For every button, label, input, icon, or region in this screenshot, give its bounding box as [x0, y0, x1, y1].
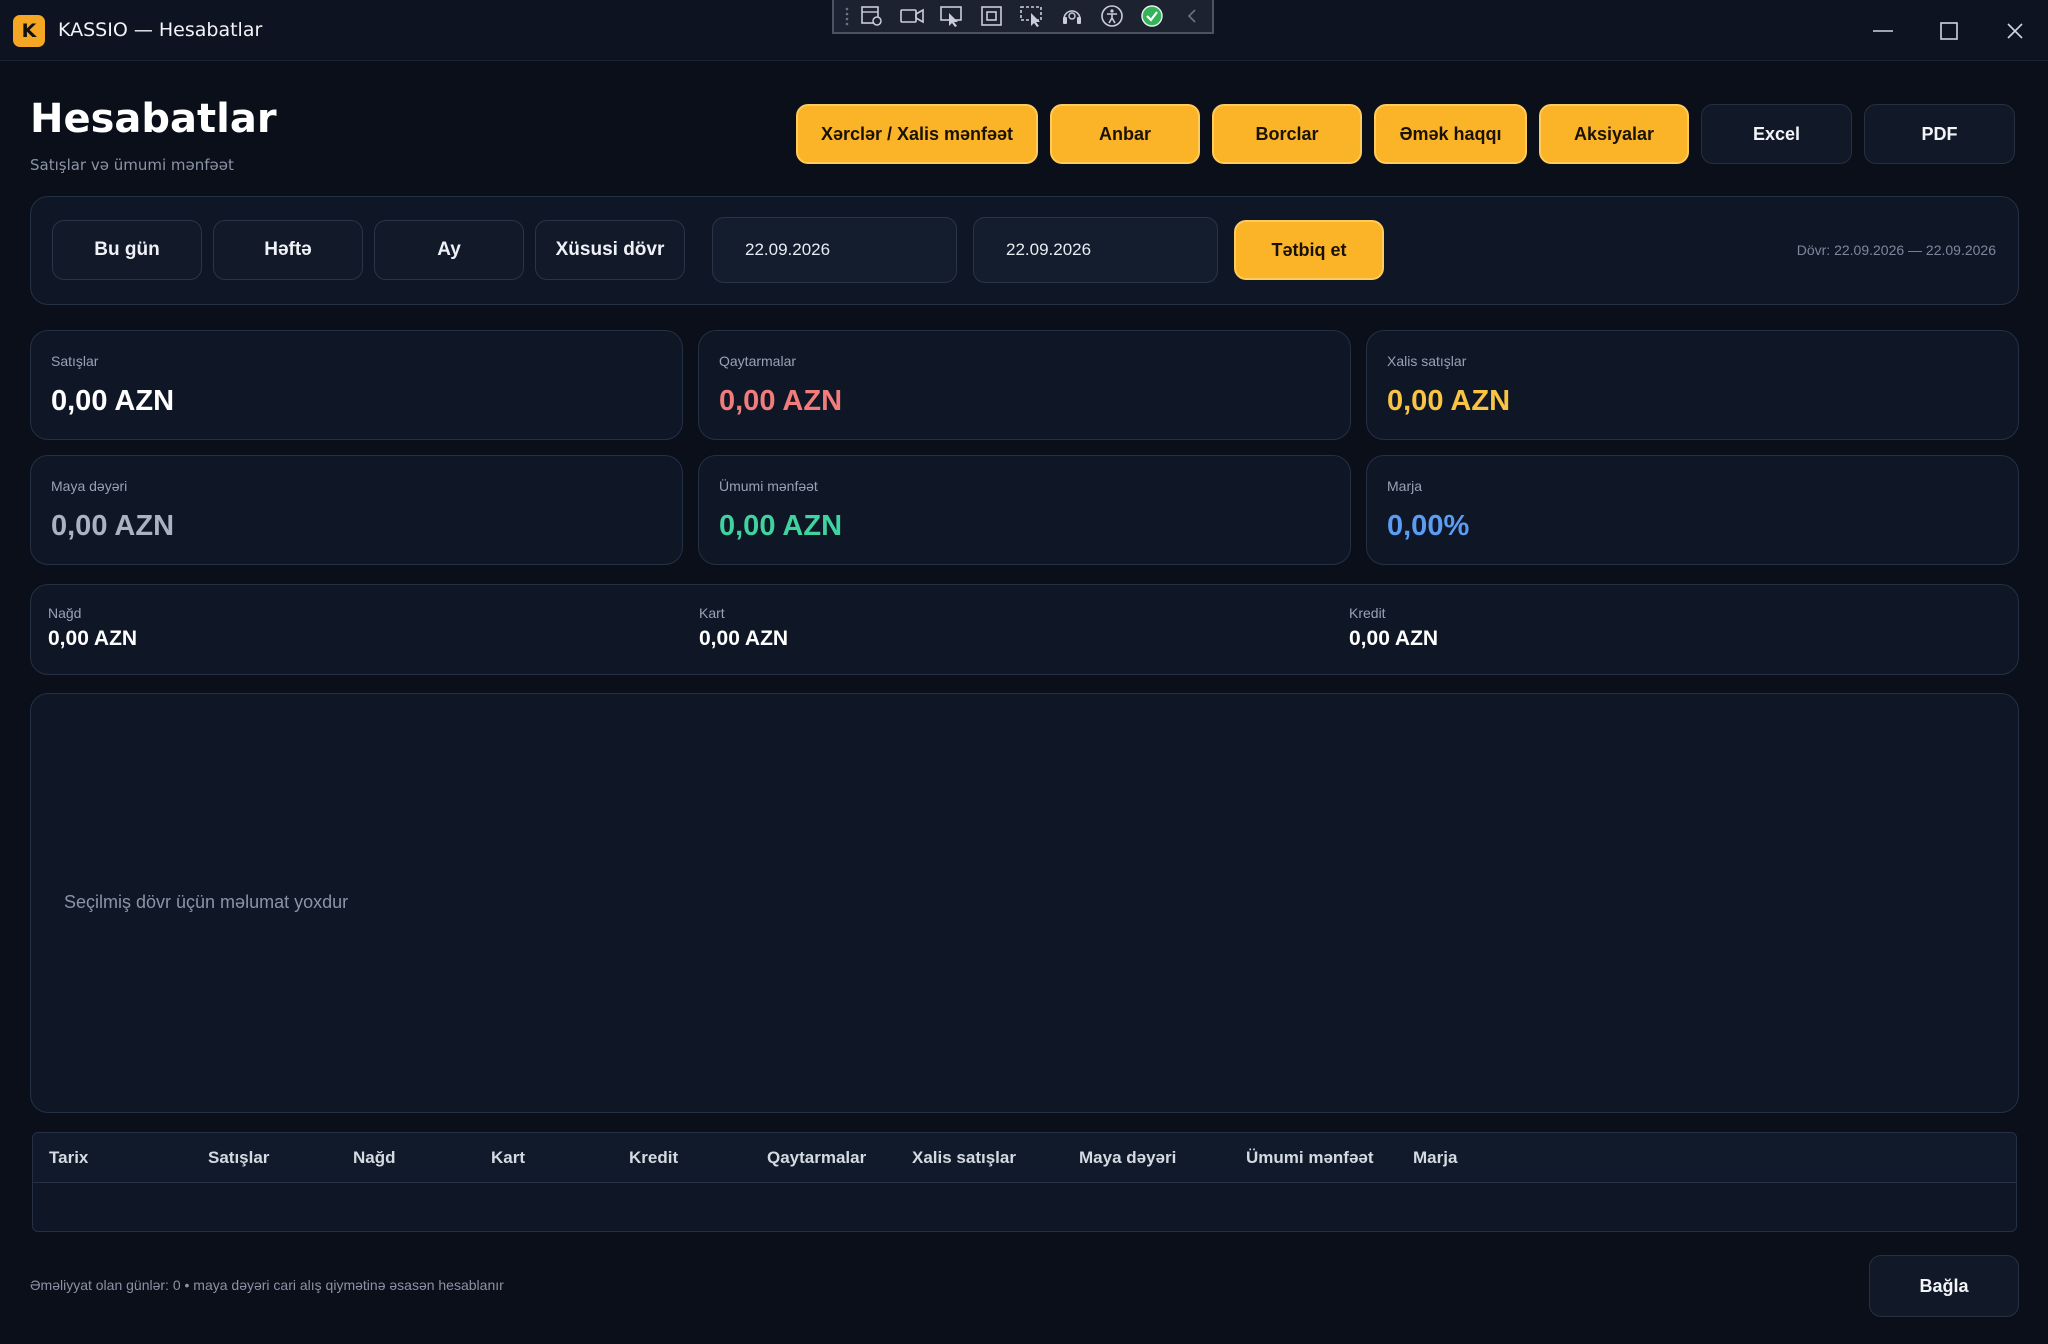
excel-export-button[interactable]: Excel: [1701, 104, 1852, 164]
title-bar: K KASSIO — Hesabatlar: [0, 0, 2048, 61]
returns-card: Qaytarmalar 0,00 AZN: [698, 330, 1351, 440]
column-header-gross-profit[interactable]: Ümumi mənfəət: [1246, 1148, 1374, 1168]
pointer-icon[interactable]: [932, 1, 972, 31]
date-from-input[interactable]: 22.09.2026: [712, 217, 957, 283]
card-label: Marja: [1387, 478, 1423, 494]
daily-report-table: Tarix Satışlar Nağd Kart Kredit Qaytarma…: [32, 1132, 2017, 1232]
period-week-button[interactable]: Həftə: [213, 220, 363, 280]
card-value: 0,00 AZN: [51, 385, 175, 417]
window-title: KASSIO — Hesabatlar: [58, 19, 263, 41]
payment-breakdown-panel: Nağd 0,00 AZN Kart 0,00 AZN Kredit 0,00 …: [30, 584, 2019, 675]
column-header-date[interactable]: Tarix: [49, 1148, 88, 1168]
payment-label: Nağd: [48, 605, 82, 621]
card-label: Ümumi mənfəət: [719, 478, 818, 494]
accessibility-icon[interactable]: [1092, 1, 1132, 31]
window-select-icon[interactable]: [1012, 1, 1052, 31]
net-sales-card: Xalis satışlar 0,00 AZN: [1366, 330, 2019, 440]
column-header-net-sales[interactable]: Xalis satışlar: [912, 1148, 1016, 1168]
card-value: 0,00%: [1387, 510, 1470, 542]
period-month-button[interactable]: Ay: [374, 220, 524, 280]
video-camera-icon[interactable]: [892, 1, 932, 31]
card-label: Satışlar: [51, 353, 99, 369]
cost-price-card: Maya dəyəri 0,00 AZN: [30, 455, 683, 565]
sales-chart-panel: Seçilmiş dövr üçün məlumat yoxdur: [30, 693, 2019, 1113]
payment-value: 0,00 AZN: [1349, 627, 1439, 650]
period-custom-button[interactable]: Xüsusi dövr: [535, 220, 685, 280]
card-value: 0,00 AZN: [51, 510, 175, 542]
column-header-cash[interactable]: Nağd: [353, 1148, 396, 1168]
period-range-text: Dövr: 22.09.2026 — 22.09.2026: [1796, 242, 1996, 258]
date-to-input[interactable]: 22.09.2026: [973, 217, 1218, 283]
payment-value: 0,00 AZN: [699, 627, 789, 650]
payment-label: Kredit: [1349, 605, 1386, 621]
salary-button[interactable]: Əmək haqqı: [1374, 104, 1527, 164]
column-header-card[interactable]: Kart: [491, 1148, 525, 1168]
card-value: 0,00 AZN: [1387, 385, 1511, 417]
period-today-button[interactable]: Bu gün: [52, 220, 202, 280]
expenses-net-profit-button[interactable]: Xərclər / Xalis mənfəət: [796, 104, 1038, 164]
payment-label: Kart: [699, 605, 725, 621]
margin-card: Marja 0,00%: [1366, 455, 2019, 565]
payment-credit: Kredit 0,00 AZN: [1349, 605, 1438, 651]
card-value: 0,00 AZN: [719, 385, 843, 417]
card-label: Xalis satışlar: [1387, 353, 1467, 369]
promotions-button[interactable]: Aksiyalar: [1539, 104, 1689, 164]
period-filter-panel: Bu gün Həftə Ay Xüsusi dövr 22.09.2026 2…: [30, 196, 2019, 305]
column-header-returns[interactable]: Qaytarmalar: [767, 1148, 866, 1168]
close-button[interactable]: Bağla: [1869, 1255, 2019, 1317]
top-actions: Xərclər / Xalis mənfəət Anbar Borclar Əm…: [796, 104, 2015, 164]
column-header-cost-price[interactable]: Maya dəyəri: [1079, 1148, 1176, 1168]
close-icon[interactable]: [1982, 0, 2048, 61]
audio-icon[interactable]: [1052, 1, 1092, 31]
maximize-icon[interactable]: [1916, 0, 1982, 61]
payment-value: 0,00 AZN: [48, 627, 138, 650]
page-title: Hesabatlar: [30, 96, 277, 142]
apply-button[interactable]: Tətbiq et: [1234, 220, 1384, 280]
footer-note: Əməliyyat olan günlər: 0 • maya dəyəri c…: [30, 1277, 504, 1293]
grip-icon[interactable]: [842, 5, 852, 27]
payment-cash: Nağd 0,00 AZN: [48, 605, 137, 651]
column-header-credit[interactable]: Kredit: [629, 1148, 678, 1168]
page-subtitle: Satışlar və ümumi mənfəət: [30, 156, 234, 174]
region-select-icon[interactable]: [972, 1, 1012, 31]
collapse-chevron-icon[interactable]: [1172, 1, 1212, 31]
pdf-export-button[interactable]: PDF: [1864, 104, 2015, 164]
payment-card: Kart 0,00 AZN: [699, 605, 788, 651]
card-label: Maya dəyəri: [51, 478, 128, 494]
table-header: Tarix Satışlar Nağd Kart Kredit Qaytarma…: [33, 1133, 2016, 1183]
sales-card: Satışlar 0,00 AZN: [30, 330, 683, 440]
check-circle-icon[interactable]: [1132, 1, 1172, 31]
warehouse-button[interactable]: Anbar: [1050, 104, 1200, 164]
empty-state-message: Seçilmiş dövr üçün məlumat yoxdur: [64, 892, 349, 912]
app-logo: K: [13, 15, 45, 47]
debts-button[interactable]: Borclar: [1212, 104, 1362, 164]
gross-profit-card: Ümumi mənfəət 0,00 AZN: [698, 455, 1351, 565]
card-label: Qaytarmalar: [719, 353, 797, 369]
column-header-margin[interactable]: Marja: [1413, 1148, 1457, 1168]
capture-toolbar: [832, 0, 1214, 34]
minimize-icon[interactable]: [1850, 0, 1916, 61]
card-value: 0,00 AZN: [719, 510, 843, 542]
column-header-sales[interactable]: Satışlar: [208, 1148, 269, 1168]
record-settings-icon[interactable]: [852, 1, 892, 31]
